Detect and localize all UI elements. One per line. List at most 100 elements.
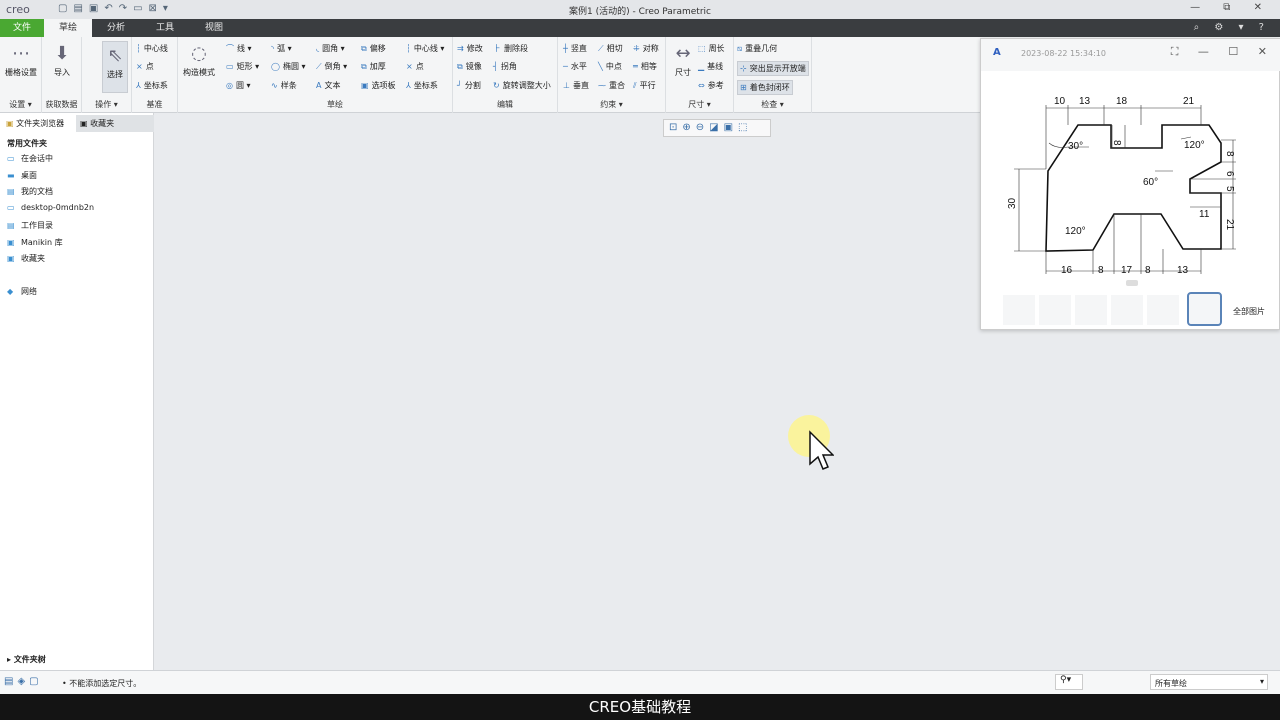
- inspect-tool-button[interactable]: ⊞ 着色封闭环: [737, 80, 793, 95]
- grid-settings-button[interactable]: ⋯ 栅格设置: [2, 41, 40, 78]
- edit-tool-button[interactable]: ⧉ 镜像: [457, 61, 482, 72]
- group-label[interactable]: 约束 ▾: [558, 99, 665, 110]
- dimension-button[interactable]: ↔ 尺寸: [670, 41, 696, 78]
- sketch-tool-button[interactable]: ◎ 圆 ▾: [226, 80, 251, 91]
- tab-favorites[interactable]: ▣ 收藏夹: [76, 115, 154, 132]
- edit-tool-icon: ⺊: [493, 44, 501, 53]
- group-label: 基准: [146, 100, 163, 109]
- view-toolbar[interactable]: ⊡⊕⊖◪▣⬚: [663, 119, 771, 137]
- inspect-tool-button[interactable]: ⧅ 重叠几何: [737, 43, 777, 54]
- dimension-label: 21: [1183, 96, 1195, 107]
- sidebar-folder-item[interactable]: ▣ 收藏夹: [7, 253, 45, 264]
- constraint-button[interactable]: ⁓ 重合: [598, 80, 625, 91]
- point-icon: ×: [136, 62, 143, 71]
- sketch-tool-button[interactable]: ∿ 样条: [271, 80, 297, 91]
- constraint-button[interactable]: ╲ 中点: [598, 61, 622, 72]
- sketch-tool-button[interactable]: × 点: [406, 61, 424, 72]
- edit-tool-button[interactable]: ⇉ 修改: [457, 43, 483, 54]
- sidebar-folder-item[interactable]: ▬ 桌面: [7, 170, 37, 181]
- group-label[interactable]: 设置 ▾: [0, 99, 41, 110]
- sidebar-folder-item-icon: ▬: [7, 170, 15, 180]
- edit-tool-button[interactable]: ┘ 分割: [457, 80, 481, 91]
- folder-tree-toggle[interactable]: ▸ 文件夹树: [7, 654, 46, 665]
- thumbnail[interactable]: [1039, 295, 1071, 325]
- collapse-toggle[interactable]: [1126, 280, 1138, 286]
- sketch-tool-button[interactable]: ⧉ 加厚: [361, 61, 386, 72]
- select-button[interactable]: ⇖ 选择: [102, 41, 128, 93]
- dimension-label: 6: [1224, 171, 1235, 177]
- sidebar-folder-item[interactable]: ▤ 工作目录: [7, 220, 53, 231]
- dimension-label: 11: [1199, 209, 1210, 220]
- dimension-label: 8: [1145, 265, 1151, 276]
- tab-sketch[interactable]: 草绘: [44, 19, 92, 37]
- filter-select[interactable]: 所有草绘 ▾: [1150, 674, 1268, 690]
- csys-button[interactable]: ⅄ 坐标系: [136, 80, 168, 91]
- sketch-tool-button[interactable]: ⧉ 偏移: [361, 43, 386, 54]
- sidebar-folder-item[interactable]: ▣ Manikin 库: [7, 237, 63, 248]
- dimension-label: 16: [1061, 265, 1073, 276]
- sketch-tool-button[interactable]: ◝ 弧 ▾: [271, 43, 292, 54]
- edit-tool-icon: ↻: [493, 81, 500, 90]
- sketch-tool-button[interactable]: ┆ 中心线 ▾: [406, 43, 444, 54]
- tab-folder-browser[interactable]: ▣ 文件夹浏览器: [2, 115, 74, 132]
- constraint-button[interactable]: ═ 相等: [633, 61, 657, 72]
- sketch-tool-icon: ⌒: [226, 44, 234, 53]
- sidebar-folder-item-icon: ▤: [7, 220, 15, 230]
- group-label[interactable]: 检查 ▾: [734, 99, 811, 110]
- window-controls[interactable]: — ⧉ ✕: [1190, 2, 1272, 13]
- edit-tool-button[interactable]: ↻ 旋转调整大小: [493, 80, 551, 91]
- sidebar-folder-item[interactable]: ▭ desktop-0mdnb2n: [7, 203, 94, 212]
- selection-filter-icon[interactable]: ⚲▾: [1055, 674, 1083, 690]
- constraint-button[interactable]: ⊥ 垂直: [563, 80, 589, 91]
- edit-tool-button[interactable]: ┤ 拐角: [493, 61, 517, 72]
- sketch-tool-button[interactable]: ▭ 矩形 ▾: [226, 61, 259, 72]
- thumbnail[interactable]: [1075, 295, 1107, 325]
- tab-tools[interactable]: 工具: [140, 19, 190, 37]
- edit-tool-button[interactable]: ⺊删除段: [493, 43, 528, 54]
- sketch-tool-button[interactable]: ▣ 选项板: [361, 80, 396, 91]
- thumbnail-selected[interactable]: [1187, 292, 1222, 326]
- inspect-tool-button[interactable]: ⊹ 突出显示开放端: [737, 61, 809, 76]
- import-icon: ⬇: [54, 43, 70, 64]
- group-label[interactable]: 操作 ▾: [82, 99, 131, 110]
- centerline-button[interactable]: ┆ 中心线: [136, 43, 168, 54]
- tab-file[interactable]: 文件: [0, 19, 44, 37]
- sidebar-folder-item[interactable]: ▭ 在会话中: [7, 153, 53, 164]
- sketch-tool-button[interactable]: ⟋ 倒角 ▾: [316, 61, 347, 72]
- sketch-tool-button[interactable]: A 文本: [316, 80, 340, 91]
- dimension-label: 21: [1224, 219, 1235, 231]
- constraint-button[interactable]: ─ 水平: [563, 61, 587, 72]
- dimension-tool-button[interactable]: ⇔ 参考: [698, 80, 724, 91]
- constraint-button[interactable]: ⟋ 相切: [598, 43, 623, 54]
- group-label: 编辑: [497, 100, 513, 109]
- all-images-link[interactable]: 全部图片: [1233, 306, 1265, 317]
- group-ops: ⇖ 选择 操作 ▾: [82, 37, 132, 113]
- constraint-button[interactable]: ┼ 竖直: [563, 43, 587, 54]
- constraint-button[interactable]: ⁜ 对称: [633, 43, 659, 54]
- point-button[interactable]: × 点: [136, 61, 154, 72]
- group-inspect: 检查 ▾ ⧅ 重叠几何 ⊹ 突出显示开放端 ⊞ 着色封闭环: [734, 37, 812, 113]
- help-icons[interactable]: ⌕ ⚙ ▾ ?: [1194, 22, 1270, 33]
- sidebar-folder-item-icon: ▣: [7, 237, 15, 247]
- constraint-button[interactable]: ⫽ 平行: [633, 80, 656, 91]
- status-icons[interactable]: ▤◈▢: [4, 676, 43, 687]
- sidebar-folder-item[interactable]: ▤ 我的文档: [7, 186, 53, 197]
- tab-analysis[interactable]: 分析: [92, 19, 140, 37]
- tab-view[interactable]: 视图: [190, 19, 238, 37]
- dimension-tool-button[interactable]: ▁ 基线: [698, 61, 723, 72]
- sketch-tool-button[interactable]: ◟ 圆角 ▾: [316, 43, 345, 54]
- window-title: 案例1 (活动的) - Creo Parametric: [568, 7, 711, 17]
- dimension-tool-button[interactable]: ⬚ 周长: [698, 43, 725, 54]
- thumbnail[interactable]: [1003, 295, 1035, 325]
- thumbnail[interactable]: [1111, 295, 1143, 325]
- import-button[interactable]: ⬇ 导入: [44, 41, 80, 78]
- dimension-label: 30: [1007, 197, 1018, 209]
- sidebar-item-network[interactable]: ◆ 网络: [7, 286, 37, 297]
- construction-icon: ◌: [191, 43, 207, 64]
- sketch-tool-button[interactable]: ⅄ 坐标系: [406, 80, 438, 91]
- construction-mode-button[interactable]: ◌ 构造模式: [180, 41, 218, 78]
- group-label[interactable]: 尺寸 ▾: [666, 99, 733, 110]
- sketch-tool-button[interactable]: ⌒ 线 ▾: [226, 43, 252, 54]
- thumbnail[interactable]: [1147, 295, 1179, 325]
- sketch-tool-button[interactable]: ◯ 椭圆 ▾: [271, 61, 306, 72]
